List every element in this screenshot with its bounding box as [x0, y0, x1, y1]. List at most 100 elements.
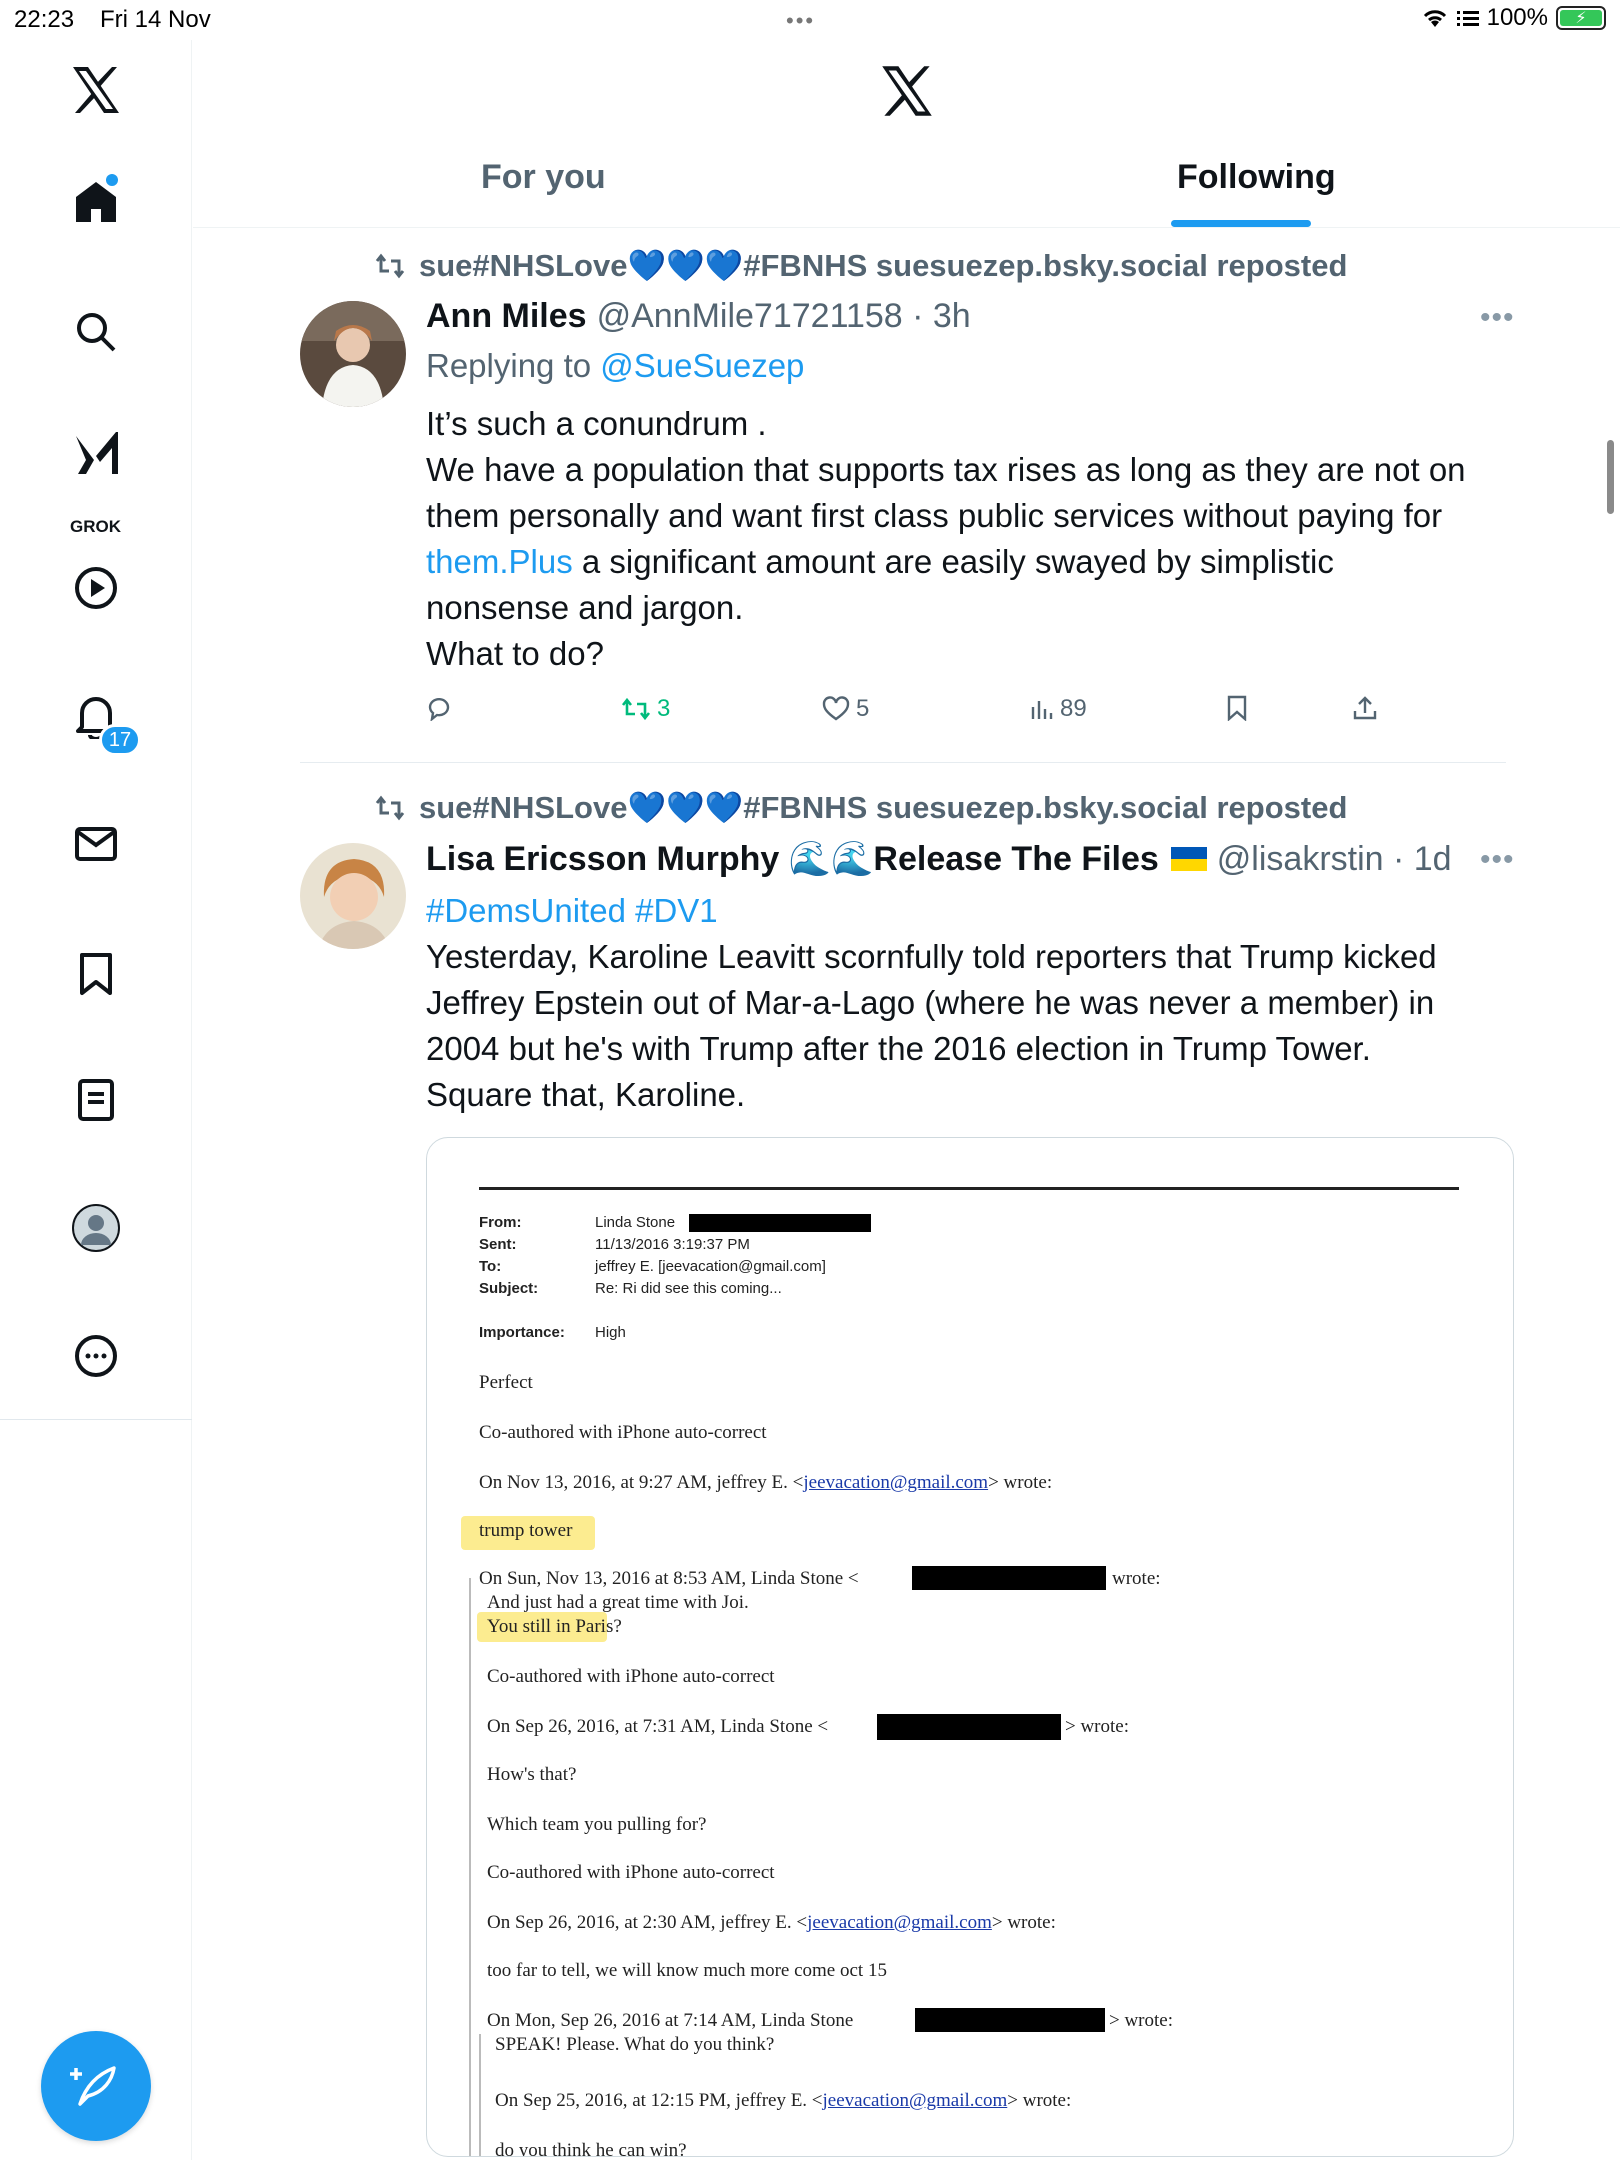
share-icon [1353, 696, 1377, 720]
redaction-box [877, 1714, 1061, 1740]
retweet-button[interactable]: 3 [621, 695, 670, 723]
status-right: 100% ⚡ [1421, 4, 1606, 32]
tweet-media-image[interactable]: From: Linda Stone Sent: 11/13/2016 3:19:… [426, 1137, 1514, 2157]
repost-icon [375, 795, 405, 820]
tab-for-you[interactable]: For you [481, 158, 606, 197]
email-line: trump tower [479, 1520, 573, 1541]
tweet-actions: 3 5 89 [426, 695, 1426, 735]
email-line: On Sun, Nov 13, 2016 at 8:53 AM, Linda S… [479, 1568, 859, 1589]
author-handle[interactable]: @AnnMile71721158 · 3h [597, 297, 971, 336]
status-time: 22:23 [14, 6, 75, 33]
email-line: too far to tell, we will know much more … [487, 1960, 887, 1981]
x-logo-icon[interactable] [66, 60, 126, 120]
replying-to-label: Replying to [426, 347, 601, 384]
avatar-lisa-murphy[interactable] [300, 843, 406, 949]
x-header-logo-icon [879, 64, 935, 123]
tweet-line-rest: a significant amount are easily swayed b… [572, 543, 1334, 580]
repost-by-text[interactable]: sue#NHSLove💙💙💙#FBNHS suesuezep.bsky.soci… [419, 789, 1347, 826]
lists-icon[interactable] [66, 1070, 126, 1130]
views-button[interactable]: 89 [1030, 695, 1087, 723]
email-line: On Sep 25, 2016, at 12:15 PM, jeffrey E.… [495, 2090, 1072, 2111]
email-line: And just had a great time with Joi. [487, 1592, 749, 1613]
grok-label: GROK [70, 517, 121, 536]
messages-envelope-icon[interactable] [66, 814, 126, 874]
battery-percent: 100% [1486, 4, 1548, 31]
author-line: Ann Miles @AnnMile71721158 · 3h [426, 297, 971, 336]
status-date: Fri 14 Nov [100, 6, 211, 33]
views-count: 89 [1060, 695, 1087, 722]
tab-following[interactable]: Following [1177, 158, 1336, 197]
compose-post-button[interactable] [41, 2031, 151, 2141]
tweet-line: Yesterday, Karoline Leavitt scornfully t… [426, 938, 1437, 975]
author-name[interactable]: Lisa Ericsson Murphy 🌊🌊Release The Files [426, 839, 1159, 879]
tweet-line: What to do? [426, 635, 604, 672]
focus-list-icon [1456, 11, 1479, 26]
bookmarks-icon[interactable] [66, 944, 126, 1004]
like-count: 5 [856, 695, 870, 722]
tweet-line: Square that, Karoline. [426, 1076, 746, 1113]
email-subject-label: Subject: [479, 1280, 539, 1297]
share-button[interactable] [1352, 695, 1378, 721]
email-line: On Sep 26, 2016, at 2:30 AM, jeffrey E. … [487, 1912, 1056, 1933]
email-to-value: jeffrey E. [jeevacation@gmail.com] [595, 1258, 826, 1275]
search-icon[interactable] [66, 302, 126, 362]
retweet-icon [621, 697, 651, 721]
email-line: Which team you pulling for? [487, 1814, 707, 1835]
scroll-indicator[interactable] [1607, 440, 1614, 514]
tweet-more-icon[interactable]: ••• [1480, 301, 1515, 335]
home-unread-dot [106, 174, 118, 186]
email-line: Perfect [479, 1372, 533, 1393]
email-line: > wrote: [1065, 1716, 1130, 1737]
author-name[interactable]: Ann Miles [426, 297, 587, 336]
tweet-line: them.Plus a significant amount are easil… [426, 539, 1466, 585]
tweet-line: 2004 but he's with Trump after the 2016 … [426, 1030, 1371, 1067]
grok-icon[interactable] [66, 424, 126, 484]
ukraine-flag-icon [1170, 847, 1207, 871]
email-subject-value: Re: Ri did see this coming... [595, 1280, 782, 1297]
bookmark-button[interactable] [1226, 695, 1248, 721]
email-line: Co-authored with iPhone auto-correct [487, 1862, 775, 1883]
tweet-line: them personally and want first class pub… [426, 497, 1443, 534]
tweet-line: nonsense and jargon. [426, 589, 744, 626]
redaction-box [915, 2008, 1105, 2032]
email-line: How's that? [487, 1764, 577, 1785]
repost-by-text[interactable]: sue#NHSLove💙💙💙#FBNHS suesuezep.bsky.soci… [419, 247, 1347, 284]
more-options-icon[interactable] [66, 1326, 126, 1386]
email-importance-value: High [595, 1324, 626, 1341]
email-line: On Nov 13, 2016, at 9:27 AM, jeffrey E. … [479, 1472, 1053, 1493]
video-play-icon[interactable] [66, 558, 126, 618]
top-header: For you Following [193, 40, 1620, 228]
views-bar-chart-icon [1031, 701, 1053, 719]
reply-icon [428, 698, 450, 721]
reply-button[interactable] [426, 695, 452, 721]
profile-hashtags: #DemsUnited #DV1 [426, 888, 718, 934]
multitask-dots-icon[interactable]: ••• [786, 8, 815, 34]
email-line: wrote: [1112, 1568, 1161, 1589]
email-document-scan: From: Linda Stone Sent: 11/13/2016 3:19:… [427, 1138, 1513, 2156]
email-line: Co-authored with iPhone auto-correct [479, 1422, 767, 1443]
profile-avatar-icon[interactable] [66, 1198, 126, 1258]
email-from-label: From: [479, 1214, 522, 1231]
author-handle[interactable]: @lisakrstin · 1d [1217, 840, 1452, 879]
email-line: Co-authored with iPhone auto-correct [487, 1666, 775, 1687]
document-rule [479, 1187, 1459, 1190]
email-line: do you think he can win? [495, 2140, 687, 2157]
like-button[interactable]: 5 [822, 695, 869, 723]
tweet-line: It’s such a conundrum . [426, 405, 767, 442]
tweet-more-icon[interactable]: ••• [1480, 843, 1515, 877]
redaction-box [689, 1214, 871, 1232]
reply-mention-link[interactable]: @SueSuezep [600, 347, 804, 384]
inline-link[interactable]: them.Plus [426, 543, 573, 580]
heart-icon [822, 696, 850, 721]
email-sent-value: 11/13/2016 3:19:37 PM [595, 1236, 750, 1253]
email-sent-label: Sent: [479, 1236, 517, 1253]
hashtags-link[interactable]: #DemsUnited #DV1 [426, 892, 718, 929]
battery-icon: ⚡ [1556, 6, 1606, 30]
repost-header: sue#NHSLove💙💙💙#FBNHS suesuezep.bsky.soci… [375, 247, 1347, 284]
repost-header: sue#NHSLove💙💙💙#FBNHS suesuezep.bsky.soci… [375, 789, 1347, 826]
retweet-count: 3 [657, 695, 671, 722]
avatar-ann-miles[interactable] [300, 301, 406, 407]
email-importance-label: Importance: [479, 1324, 565, 1341]
bookmark-icon [1227, 695, 1247, 721]
status-bar: 22:23 Fri 14 Nov ••• 100% ⚡ [0, 0, 1620, 40]
